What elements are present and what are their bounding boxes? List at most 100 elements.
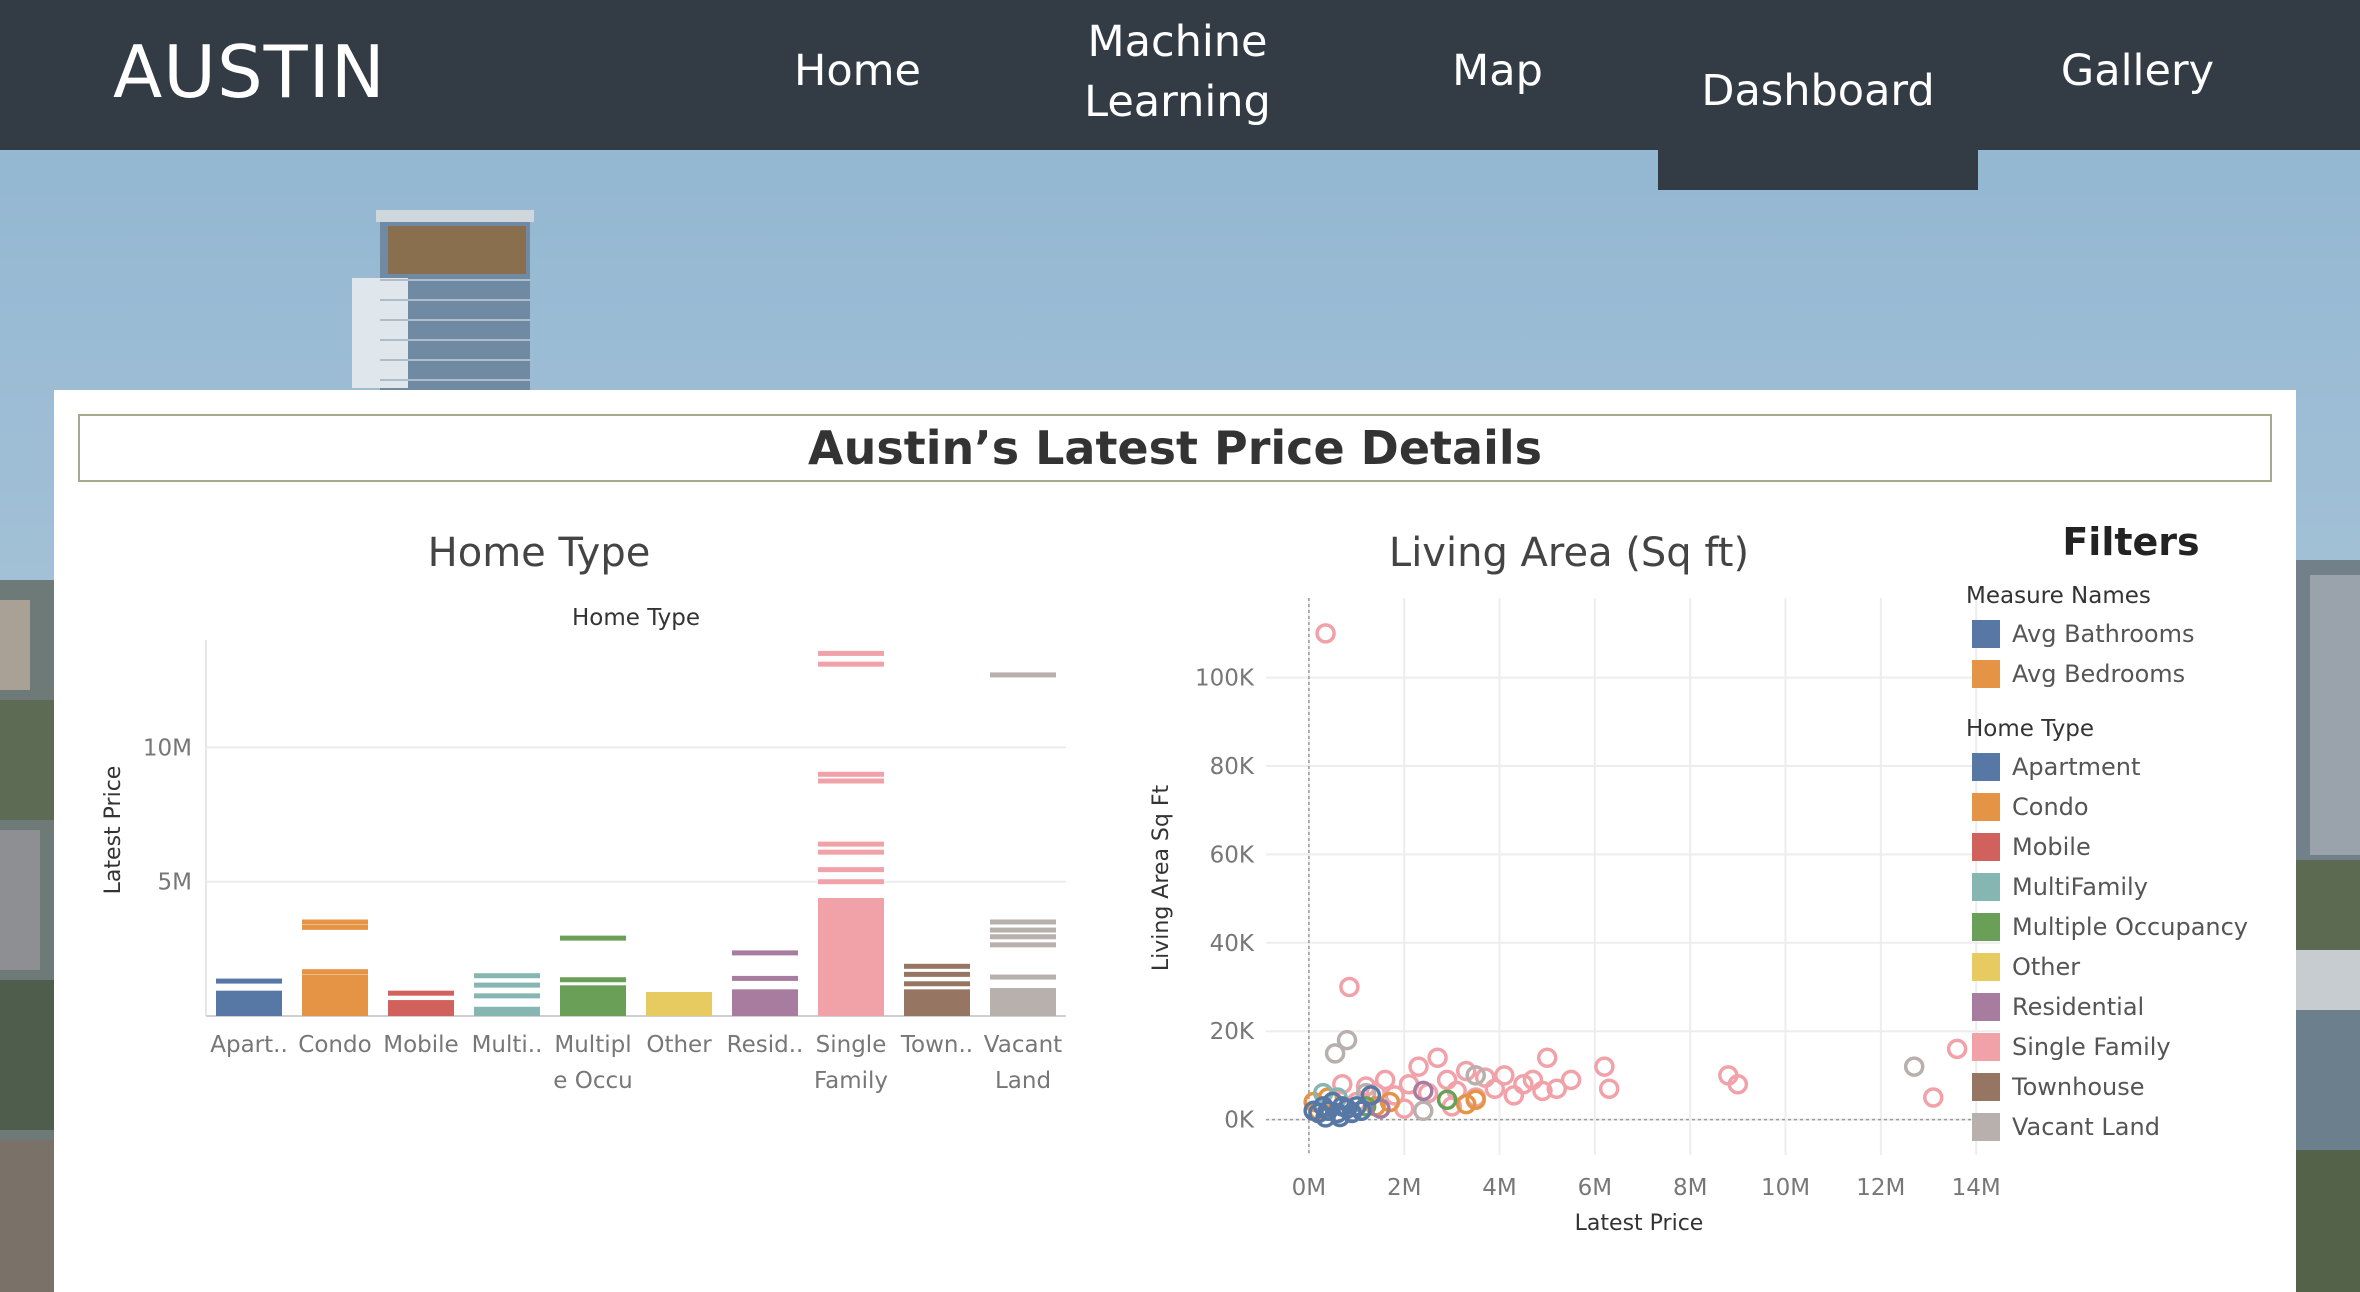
scatter-x-tick-label: 10M bbox=[1761, 1175, 1810, 1201]
bar-mark-line bbox=[474, 993, 540, 999]
bar-stack[interactable] bbox=[388, 990, 454, 1016]
bar-category-label: Vacant bbox=[984, 1032, 1062, 1058]
home-type-filter-item[interactable]: Multiple Occupancy bbox=[1966, 909, 2248, 945]
scatter-point[interactable] bbox=[1503, 1085, 1525, 1106]
legend-label: Multiple Occupancy bbox=[2012, 913, 2249, 941]
bar-chart-inner-title: Home Type bbox=[572, 605, 700, 631]
scatter-point[interactable] bbox=[1413, 1100, 1434, 1122]
bar-stack[interactable] bbox=[302, 919, 368, 1017]
bar-mark-line bbox=[474, 982, 540, 988]
scatter-point[interactable] bbox=[1903, 1056, 1925, 1077]
legend-label: Single Family bbox=[2012, 1033, 2171, 1061]
scatter-point[interactable] bbox=[1560, 1069, 1582, 1091]
bar-mark-line bbox=[818, 778, 884, 784]
dashboard-title-box: Austin’s Latest Price Details bbox=[78, 414, 2272, 482]
home-type-filter-item[interactable]: Other bbox=[1966, 949, 2080, 985]
legend-label: Other bbox=[2012, 953, 2081, 981]
scatter-x-tick-label: 14M bbox=[1952, 1175, 2001, 1201]
bar-category-label: Family bbox=[814, 1068, 888, 1094]
home-type-filter-item[interactable]: MultiFamily bbox=[1966, 869, 2148, 905]
bar-segment bbox=[990, 990, 1056, 1016]
bar-y-tick-label: 5M bbox=[158, 870, 192, 896]
bar-stack[interactable] bbox=[904, 963, 970, 1016]
home-type-bar-chart[interactable]: Home Type Latest Price 5M 10M Apart.. Cond… bbox=[54, 600, 1094, 1100]
bar-mark-line bbox=[560, 977, 626, 983]
scatter-point[interactable] bbox=[1594, 1056, 1615, 1077]
bar-mark-line bbox=[216, 990, 282, 996]
legend-label: Vacant Land bbox=[2012, 1113, 2160, 1141]
nav-home[interactable]: Home bbox=[780, 41, 935, 101]
bar-stack[interactable] bbox=[818, 650, 884, 1016]
scatter-y-tick-label: 20K bbox=[1210, 1019, 1255, 1045]
bar-category-label: Resid.. bbox=[727, 1032, 804, 1058]
bar-stack[interactable] bbox=[216, 978, 282, 1016]
measure-filter-item[interactable]: Avg Bathrooms bbox=[1966, 616, 2194, 652]
scatter-point[interactable] bbox=[1436, 1069, 1458, 1091]
top-navbar: AUSTIN Home Machine Learning Map Dashboa… bbox=[0, 0, 2360, 190]
home-type-filter-item[interactable]: Condo bbox=[1966, 789, 2089, 825]
legend-swatch bbox=[1972, 660, 2000, 688]
bar-category-label: Town.. bbox=[900, 1032, 973, 1058]
nav-map[interactable]: Map bbox=[1430, 41, 1565, 101]
bar-stack[interactable] bbox=[990, 672, 1056, 1016]
scatter-point[interactable] bbox=[1598, 1078, 1620, 1099]
bar-mark-line bbox=[904, 989, 970, 995]
scatter-point[interactable] bbox=[1946, 1038, 1968, 1060]
bar-mark-line bbox=[560, 985, 626, 991]
nav-gallery[interactable]: Gallery bbox=[2050, 41, 2225, 101]
scatter-point[interactable] bbox=[1494, 1065, 1515, 1086]
bar-mark-line bbox=[818, 849, 884, 855]
scatter-point[interactable] bbox=[1336, 1029, 1358, 1051]
bar-mark-line bbox=[646, 992, 712, 998]
scatter-x-tick-label: 4M bbox=[1482, 1175, 1516, 1201]
home-type-filter-item[interactable]: Single Family bbox=[1966, 1029, 2171, 1065]
bar-stack[interactable] bbox=[646, 992, 712, 1016]
nav-machine-learning[interactable]: Machine Learning bbox=[1060, 12, 1295, 132]
scatter-point[interactable] bbox=[1923, 1087, 1944, 1108]
legend-label: Residential bbox=[2012, 993, 2145, 1021]
scatter-point[interactable] bbox=[1315, 623, 1336, 644]
bar-mark-line bbox=[818, 879, 884, 885]
bar-mark-line bbox=[474, 973, 540, 979]
measure-filter-item[interactable]: Avg Bedrooms bbox=[1966, 656, 2185, 692]
bar-stack[interactable] bbox=[732, 950, 798, 1016]
bar-mark-line bbox=[302, 974, 368, 980]
bar-mark-line bbox=[990, 672, 1056, 678]
scatter-point[interactable] bbox=[1536, 1047, 1558, 1068]
legend-swatch bbox=[1972, 1113, 2000, 1141]
brand-logo[interactable]: AUSTIN bbox=[113, 30, 386, 114]
bar-mark-line bbox=[732, 950, 798, 956]
bar-mark-line bbox=[990, 934, 1056, 940]
bar-category-label: Multi.. bbox=[472, 1032, 543, 1058]
scatter-point[interactable] bbox=[1339, 976, 1360, 998]
bar-segment bbox=[646, 994, 712, 1016]
scatter-x-tick-label: 2M bbox=[1387, 1175, 1421, 1201]
bar-y-tick-label: 10M bbox=[143, 735, 192, 761]
scatter-x-tick-label: 8M bbox=[1673, 1175, 1707, 1201]
home-type-filter-item[interactable]: Vacant Land bbox=[1966, 1109, 2160, 1145]
scatter-x-axis-label: Latest Price bbox=[1575, 1211, 1704, 1236]
legend-label: Mobile bbox=[2012, 833, 2091, 861]
home-type-heading: Home Type bbox=[427, 530, 651, 576]
bar-stack[interactable] bbox=[474, 973, 540, 1016]
bar-category-label: Apart.. bbox=[210, 1032, 288, 1058]
scatter-point[interactable] bbox=[1408, 1056, 1429, 1077]
scatter-y-axis-label: Living Area Sq Ft bbox=[1149, 785, 1174, 972]
home-type-filter-item[interactable]: Residential bbox=[1966, 989, 2144, 1025]
living-area-scatter-chart[interactable]: Living Area Sq Ft Latest Price 0M 2M 4M 6M 8… bbox=[1094, 590, 2014, 1260]
bar-mark-line bbox=[904, 963, 970, 969]
scatter-x-tick-label: 6M bbox=[1578, 1175, 1612, 1201]
bar[interactable] bbox=[990, 675, 1056, 1016]
scatter-x-tick-label: 0M bbox=[1292, 1175, 1326, 1201]
bar-mark-line bbox=[990, 919, 1056, 925]
bar-stack[interactable] bbox=[560, 935, 626, 1016]
home-type-filter-item[interactable]: Apartment bbox=[1966, 749, 2140, 785]
nav-dashboard-active[interactable]: Dashboard bbox=[1658, 0, 1978, 190]
scatter-point[interactable] bbox=[1427, 1047, 1448, 1068]
home-type-filter-item[interactable]: Mobile bbox=[1966, 829, 2091, 865]
bar-category-label: Mobile bbox=[383, 1032, 458, 1058]
bar-mark-line bbox=[302, 924, 368, 930]
legend-swatch bbox=[1972, 873, 2000, 901]
bar-segment bbox=[302, 977, 368, 1016]
home-type-filter-item[interactable]: Townhouse bbox=[1966, 1069, 2144, 1105]
